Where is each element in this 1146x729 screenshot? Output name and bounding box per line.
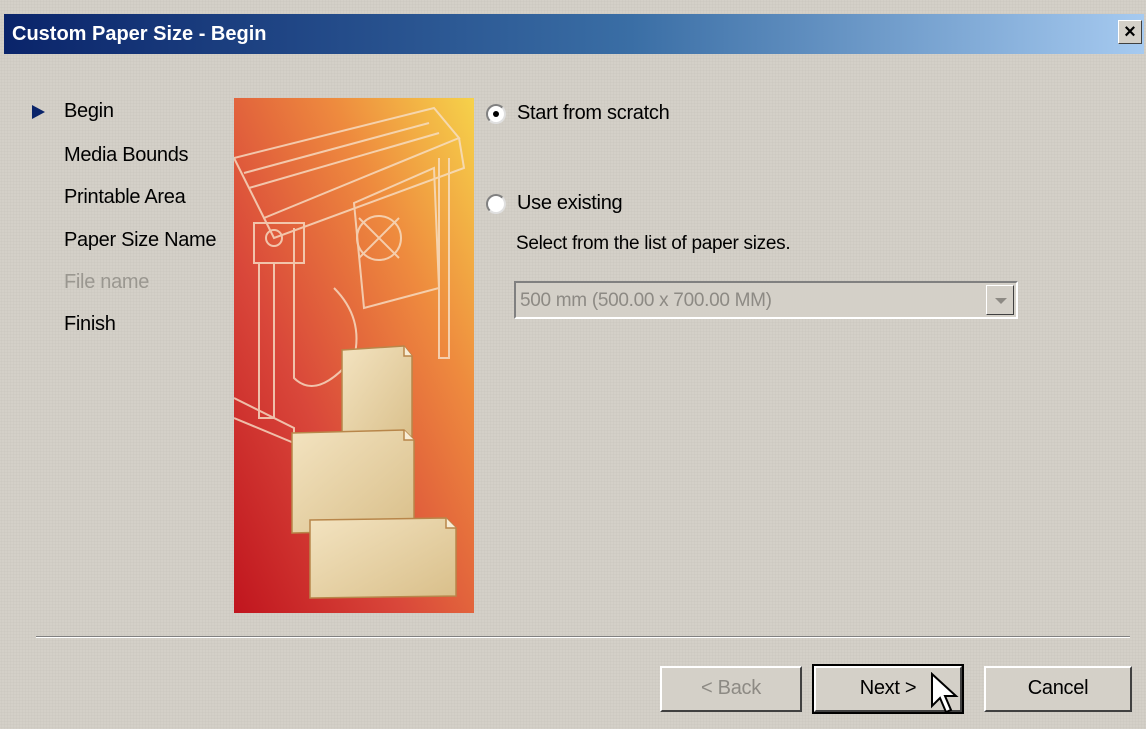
dropdown-button [986, 285, 1014, 315]
chevron-down-icon [995, 298, 1007, 304]
step-media-bounds: Media Bounds [64, 144, 189, 166]
separator [36, 636, 1130, 638]
dialog-window: Custom Paper Size - Begin × Begin Media … [0, 0, 1146, 729]
use-existing-radio[interactable] [486, 194, 506, 214]
paper-size-hint: Select from the list of paper sizes. [516, 233, 791, 254]
cancel-button[interactable]: Cancel [984, 666, 1132, 712]
step-file-name: File name [64, 271, 150, 293]
step-paper-size-name: Paper Size Name [64, 229, 217, 251]
step-printable-area: Printable Area [64, 186, 186, 208]
close-icon: × [1124, 21, 1136, 43]
paper-size-select-value: 500 mm (500.00 x 700.00 MM) [520, 290, 772, 311]
step-finish: Finish [64, 313, 116, 335]
step-begin: Begin [64, 100, 114, 122]
plotter-illustration [234, 98, 474, 613]
mouse-cursor-icon [931, 672, 959, 714]
title-bar[interactable]: Custom Paper Size - Begin × [4, 14, 1144, 54]
close-button[interactable]: × [1118, 20, 1142, 44]
use-existing-label[interactable]: Use existing [517, 192, 623, 215]
window-title: Custom Paper Size - Begin [12, 23, 267, 45]
wizard-illustration [234, 98, 474, 613]
start-from-scratch-label[interactable]: Start from scratch [517, 102, 670, 125]
start-from-scratch-radio[interactable] [486, 104, 506, 124]
back-button[interactable]: < Back [660, 666, 802, 712]
radio-selected-dot-icon [493, 111, 499, 117]
current-step-arrow-icon [32, 105, 45, 119]
paper-size-select: 500 mm (500.00 x 700.00 MM) [514, 281, 1018, 319]
